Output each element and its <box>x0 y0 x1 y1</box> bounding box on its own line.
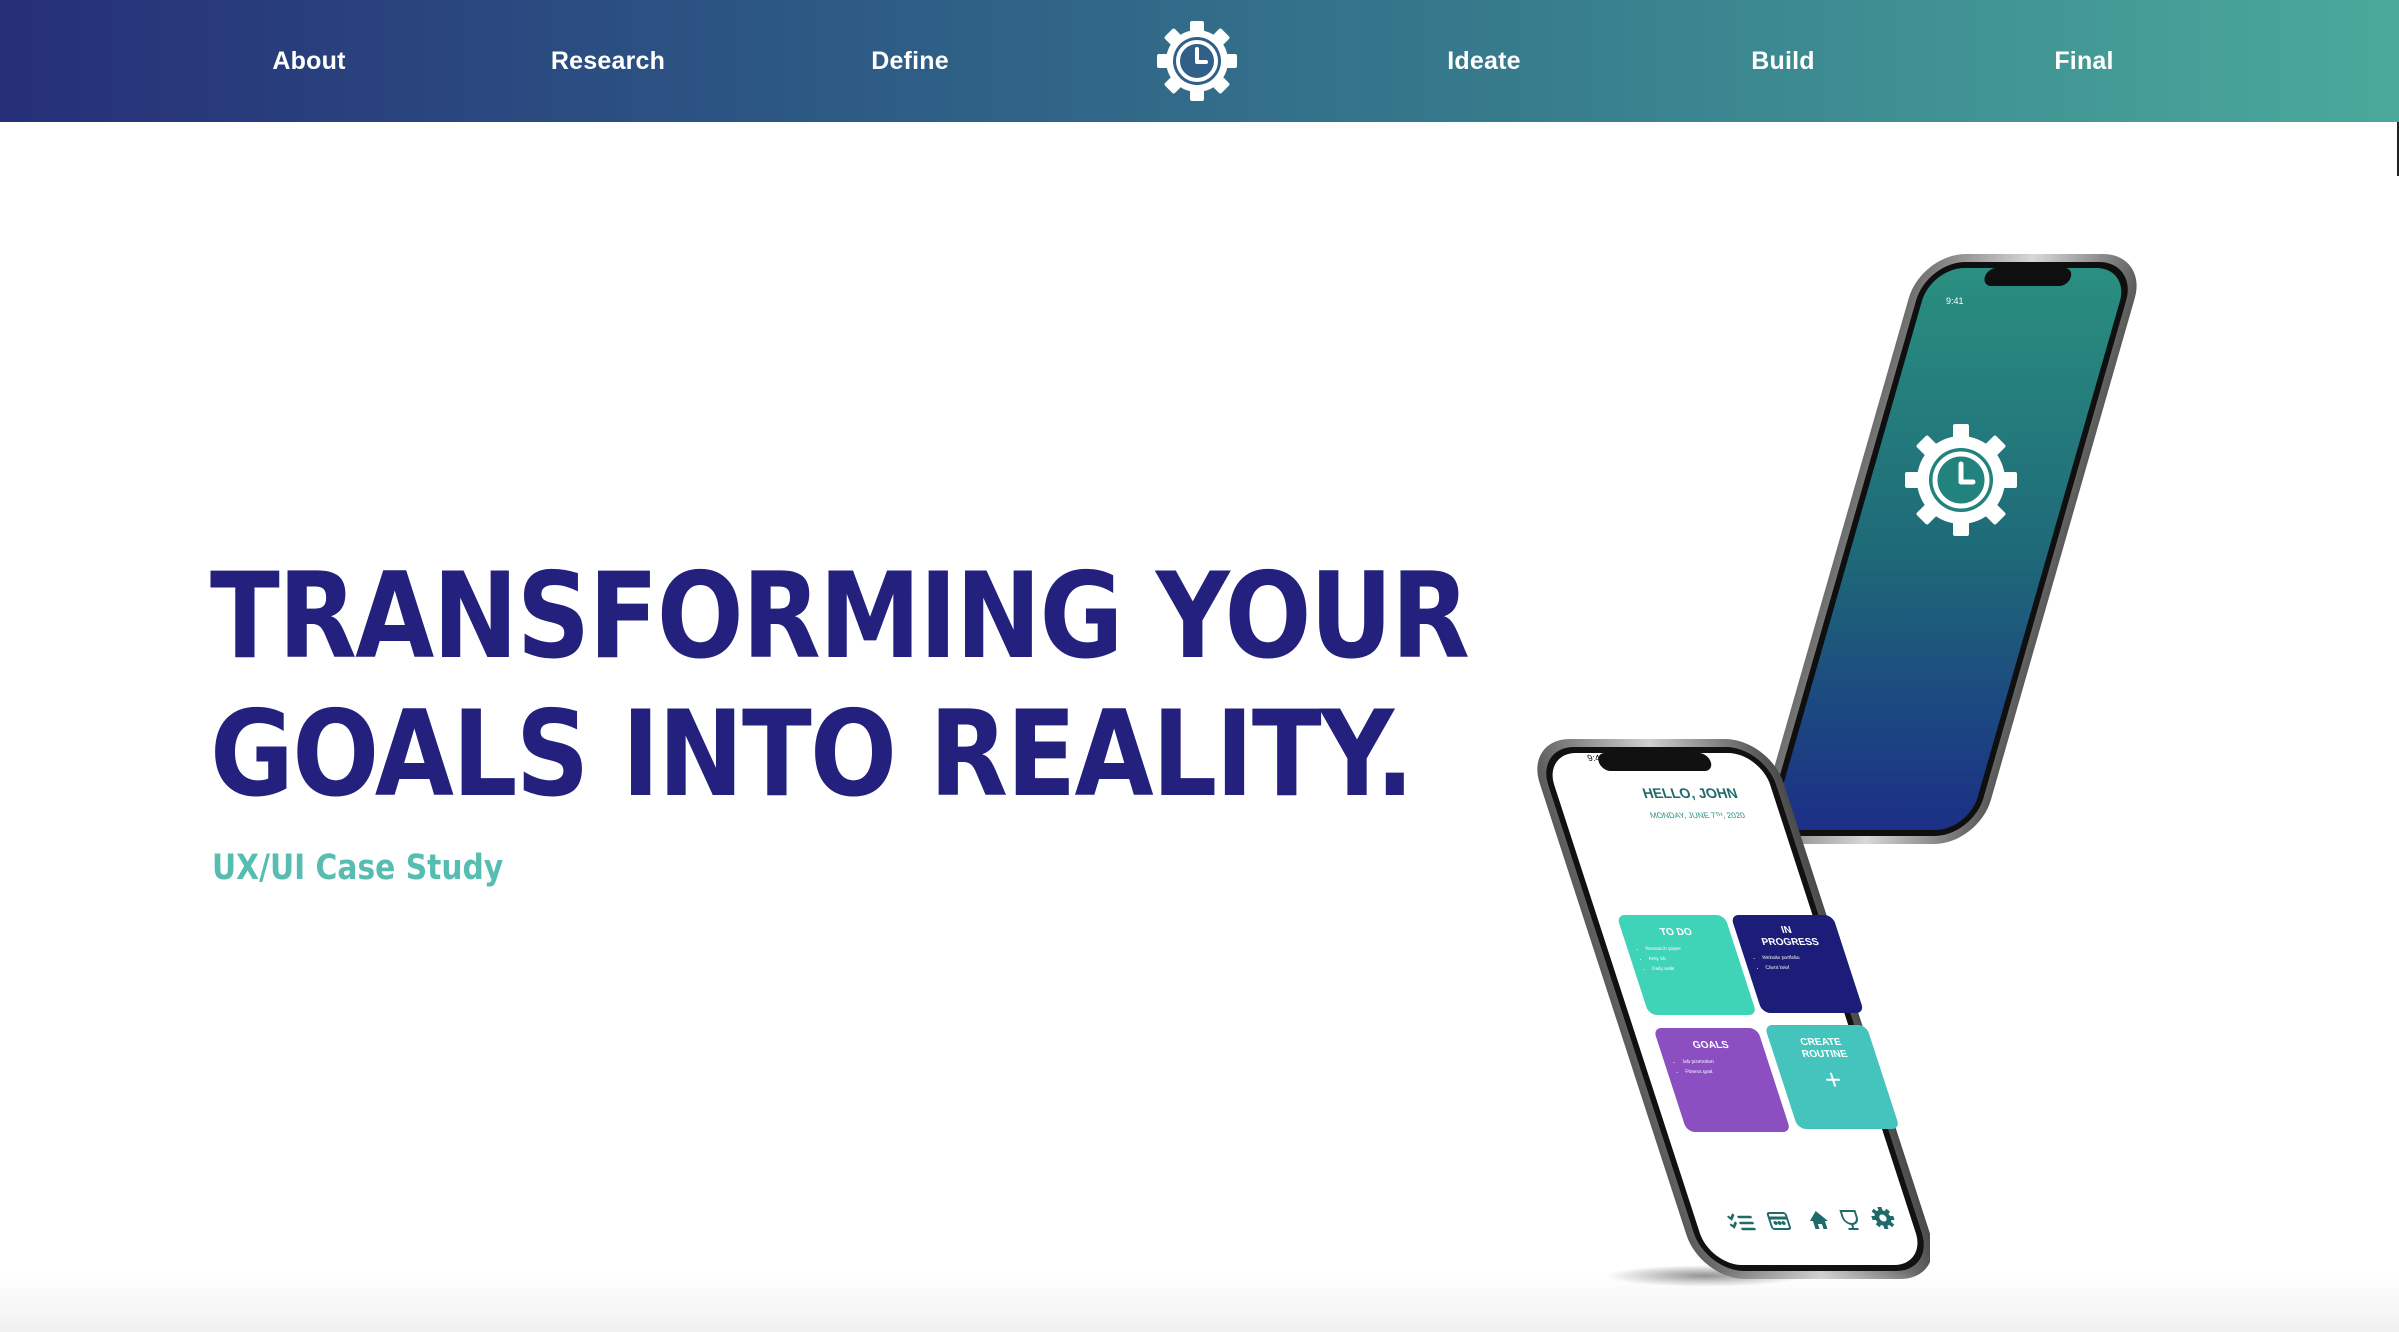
todo-item: Research paper <box>1644 944 1737 954</box>
goals-card-title: GOALS <box>1691 1040 1731 1051</box>
home-icon <box>1809 1211 1828 1229</box>
nav-link-about[interactable]: About <box>272 0 345 122</box>
todo-card-title: TO DO <box>1658 927 1694 938</box>
todo-item: Amy 16 <box>1647 954 1740 964</box>
gear-clock-icon[interactable] <box>1156 20 1238 102</box>
hero-title: TRANSFORMING YOUR GOALS INTO REALITY. <box>210 548 1470 824</box>
trophy-icon <box>1839 1210 1859 1230</box>
landing-page: About Research Define Ideate Build Final… <box>0 0 2399 1332</box>
top-navigation-bar: About Research Define Ideate Build Final <box>0 0 2399 122</box>
gear-clock-icon <box>1905 424 2017 536</box>
bottom-fade <box>0 1272 2399 1332</box>
todo-item: Daily walk <box>1650 964 1743 974</box>
phone-mockup-dashboard: 9:41 HELLO, JOHN MONDAY, JUNE 7ᵀᴴ, 2020 … <box>1530 735 1933 1295</box>
date-text: MONDAY, JUNE 7ᵀᴴ, 2020 <box>1648 811 1747 820</box>
goals-item: Job promotion <box>1681 1057 1770 1067</box>
status-bar-time: 9:41 <box>1946 296 1964 306</box>
goals-item: Fitness goal <box>1684 1067 1773 1077</box>
tab-bar <box>1719 1205 1919 1235</box>
in-progress-item: Website portfolio <box>1761 953 1848 963</box>
tab-bar-icons <box>1727 1207 1895 1231</box>
hero-subtitle: UX/UI Case Study <box>212 848 504 888</box>
calendar-icon <box>1766 1212 1792 1230</box>
in-progress-card-title: IN PROGRESS <box>1760 925 1821 948</box>
in-progress-item: Client brief <box>1764 963 1851 973</box>
gear-clock-logo-graphic <box>1157 21 1237 101</box>
nav-link-research[interactable]: Research <box>551 0 665 122</box>
checklist-icon <box>1727 1213 1756 1231</box>
nav-link-build[interactable]: Build <box>1751 0 1815 122</box>
status-bar-time: 9:41 <box>1585 753 1607 763</box>
nav-link-ideate[interactable]: Ideate <box>1447 0 1520 122</box>
greeting-text: HELLO, JOHN <box>1640 785 1740 801</box>
nav-link-final[interactable]: Final <box>2054 0 2113 122</box>
plus-icon: + <box>1819 1064 1847 1095</box>
settings-gear-icon <box>1871 1207 1895 1229</box>
hero-title-line-1: TRANSFORMING YOUR <box>210 548 1470 686</box>
create-routine-card-title: CREATE ROUTINE <box>1798 1037 1850 1060</box>
nav-link-define[interactable]: Define <box>871 0 949 122</box>
hero-title-line-2: GOALS INTO REALITY. <box>210 686 1414 824</box>
